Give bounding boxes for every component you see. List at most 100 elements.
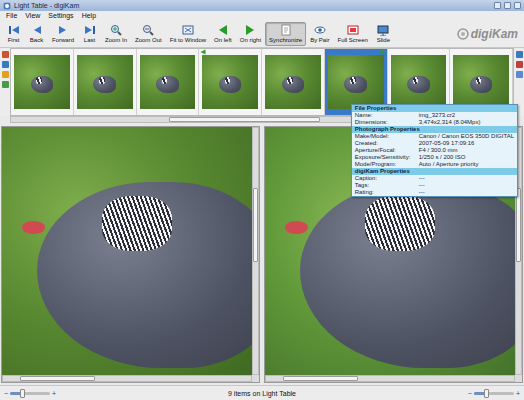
photo	[453, 55, 509, 109]
scroll-thumb[interactable]	[283, 376, 357, 381]
tool-icon[interactable]	[2, 61, 9, 68]
thumbnail[interactable]	[11, 49, 74, 115]
tooltip-value: 3,474x2,314 (8.04Mpx)	[419, 119, 514, 126]
thumbnail[interactable]	[199, 49, 262, 115]
toolbar-button[interactable]: Synchronize	[265, 22, 306, 46]
tooltip-section-title: File Properties	[352, 105, 517, 112]
photo	[265, 55, 321, 109]
status-bar: −+9 items on Light Table−+	[0, 385, 524, 400]
thumbnail[interactable]	[74, 49, 137, 115]
toolbar-button[interactable]: Back	[25, 22, 48, 46]
tooltip-row: Make/Model:Canon / Canon EOS 350D DIGITA…	[352, 133, 517, 140]
scroll-thumb[interactable]	[253, 188, 258, 262]
bird-collar	[365, 196, 435, 251]
toolbar-label: First	[8, 37, 20, 44]
tool-icon[interactable]	[2, 51, 9, 58]
tooltip-label: Exposure/Sensitivity:	[355, 154, 419, 161]
tool-icon[interactable]	[516, 61, 523, 68]
bird-shape	[470, 76, 492, 93]
toolbar-button[interactable]: Forward	[48, 22, 78, 46]
slider-knob[interactable]	[484, 389, 489, 398]
tooltip-value: F4 / 300.0 mm	[419, 147, 514, 154]
minimize-button[interactable]	[494, 2, 501, 9]
slider-track	[474, 392, 514, 395]
preview-pane[interactable]	[1, 126, 260, 383]
scroll-thumb[interactable]	[20, 376, 94, 381]
toolbar-button[interactable]: Last	[78, 22, 101, 46]
toolbar-label: Slide	[377, 37, 390, 44]
zoom-in-icon[interactable]: +	[516, 390, 520, 397]
app-logo: digiKam	[457, 22, 522, 46]
zoom-in-icon[interactable]: +	[52, 390, 56, 397]
bird-collar	[350, 77, 356, 85]
toolbar: First Back Forward Last Zoom In Zoom Out Fit t…	[0, 21, 524, 48]
toolbar-label: Fit to Window	[170, 37, 206, 44]
tooltip-value: img_3273.cr2	[419, 112, 514, 119]
bird-collar	[36, 77, 42, 85]
bird-collar	[287, 77, 293, 85]
vertical-scrollbar[interactable]	[252, 127, 259, 375]
slider-track	[10, 392, 50, 395]
scroll-thumb[interactable]	[169, 117, 320, 122]
toolbar-label: Zoom In	[105, 37, 127, 44]
photo	[202, 55, 258, 109]
toolbar-button[interactable]: Zoom Out	[131, 22, 166, 46]
tooltip-label: Name:	[355, 112, 419, 119]
horizontal-scrollbar[interactable]	[265, 375, 515, 382]
toolbar-label: Synchronize	[269, 37, 302, 44]
menu-item[interactable]: View	[21, 11, 44, 21]
close-button[interactable]	[514, 2, 521, 9]
zoom-out-icon[interactable]: −	[4, 390, 8, 397]
toolbar-button[interactable]: Full Screen	[333, 22, 371, 46]
scroll-thumb[interactable]	[516, 188, 521, 262]
tooltip-value: 1/250 s / 200 ISO	[419, 154, 514, 161]
synchronize-icon	[280, 24, 292, 36]
toolbar-button[interactable]: First	[2, 22, 25, 46]
toolbar-label: Full Screen	[337, 37, 367, 44]
maximize-button[interactable]	[504, 2, 511, 9]
zoom-slider[interactable]: −+	[4, 390, 56, 397]
tooltip-value: 2007-05-09 17:09:16	[419, 140, 514, 147]
toolbar-button[interactable]: Slide	[372, 22, 395, 46]
tooltip-row: Created:2007-05-09 17:09:16	[352, 140, 517, 147]
bird-shape	[344, 76, 366, 93]
logo-icon	[457, 28, 469, 40]
toolbar-label: Forward	[52, 37, 74, 44]
back-icon	[31, 24, 43, 36]
toolbar-label: Last	[84, 37, 95, 44]
thumbnail[interactable]	[262, 49, 325, 115]
tooltip-value: ---	[419, 175, 514, 182]
menu-item[interactable]: Help	[78, 11, 100, 21]
toolbar-button[interactable]: By Pair	[306, 22, 333, 46]
slider-knob[interactable]	[20, 389, 25, 398]
slideshow-icon	[377, 24, 389, 36]
toolbar-button[interactable]: Zoom In	[101, 22, 131, 46]
tooltip-row: Name:img_3273.cr2	[352, 112, 517, 119]
toolbar-label: On right	[240, 37, 261, 44]
toolbar-button[interactable]: On left	[210, 22, 236, 46]
bird-shape	[407, 76, 429, 93]
tool-icon[interactable]	[2, 81, 9, 88]
toolbar-button[interactable]: On right	[236, 22, 265, 46]
horizontal-scrollbar[interactable]	[2, 375, 252, 382]
tooltip-label: Dimensions:	[355, 119, 419, 126]
zoom-slider[interactable]: −+	[468, 390, 520, 397]
zoom-out-icon[interactable]: −	[468, 390, 472, 397]
tooltip-section-title: Photograph Properties	[352, 126, 517, 133]
tooltip-label: Mode/Program:	[355, 161, 419, 168]
tooltip-row: Exposure/Sensitivity:1/250 s / 200 ISO	[352, 154, 517, 161]
thumbnail[interactable]	[137, 49, 200, 115]
tool-icon[interactable]	[516, 71, 523, 78]
tooltip-section-title: digiKam Properties	[352, 168, 517, 175]
menu-item[interactable]: Settings	[44, 11, 77, 21]
bird-beak	[22, 221, 45, 233]
tool-icon[interactable]	[516, 51, 523, 58]
menu-item[interactable]: File	[2, 11, 21, 21]
toolbar-button[interactable]: Fit to Window	[166, 22, 210, 46]
photo	[77, 55, 133, 109]
tool-icon[interactable]	[2, 71, 9, 78]
on-right-icon	[244, 24, 256, 36]
window-title: Light Table - digiKam	[14, 2, 79, 9]
tooltip-value: Auto / Aperture priority	[419, 161, 514, 168]
tooltip-label: Tags:	[355, 182, 419, 189]
